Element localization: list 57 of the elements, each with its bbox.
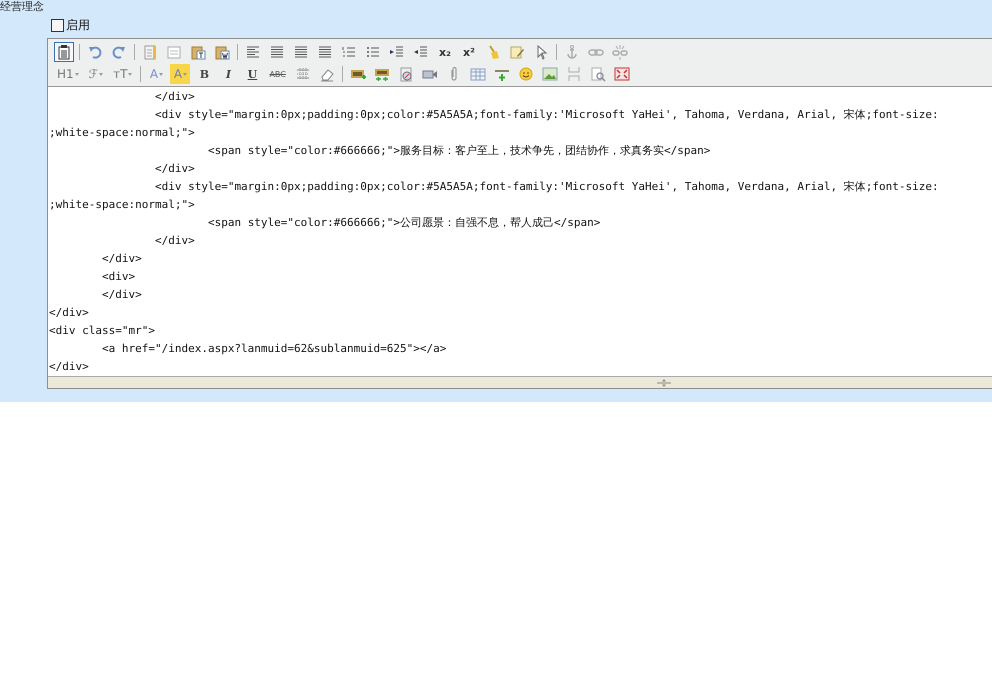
code-line: </div>: [154, 161, 195, 177]
caret-icon: [99, 72, 104, 76]
picture-icon: [542, 66, 558, 82]
images-add-icon: [374, 66, 390, 82]
code-line: <span style="color:#666666;">公司愿景：自强不息，帮人成己</span>: [206, 215, 600, 231]
paste-document-icon: [214, 44, 230, 60]
page-break-icon: [566, 66, 582, 82]
dropdown-button[interactable]: ℱ: [86, 64, 106, 84]
bullet-list-icon: [365, 44, 381, 60]
code-line: ;white-space:normal;">: [48, 197, 195, 213]
code-line: <div style="margin:0px;padding:0px;color:#5A5A5A;font-family:'Microsoft YaHei', Tahoma, Verdana, Arial, 宋体;font-size:: [154, 107, 939, 123]
code-line: <div>: [100, 269, 136, 285]
toolbar-button[interactable]: ABC: [266, 64, 289, 84]
caret-icon: [159, 72, 164, 76]
table-icon: [470, 66, 486, 82]
toolbar-button[interactable]: B: [194, 64, 214, 84]
code-line: <div style="margin:0px;padding:0px;color:#5A5A5A;font-family:'Microsoft YaHei', Tahoma, Verdana, Arial, 宋体;font-size:: [154, 179, 939, 195]
compass-document-icon: [398, 66, 414, 82]
paste-text-icon: [190, 44, 206, 60]
caret-icon: [183, 72, 188, 76]
justify-icon: [317, 44, 333, 60]
code-line: </div>: [48, 305, 89, 321]
clipboard-icon: [56, 44, 72, 60]
toolbar-button[interactable]: x₂: [435, 42, 455, 62]
code-line: </div>: [100, 251, 142, 267]
toolbar-button[interactable]: x²: [459, 42, 479, 62]
align-center-icon: [269, 44, 285, 60]
code-line: </div>: [48, 359, 89, 375]
code-line: <a href="/index.aspx?lanmuid=62&sublanmuid=625"></a>: [100, 341, 446, 357]
align-left-icon: [245, 44, 261, 60]
unlink-icon: [612, 44, 628, 60]
code-line: <span style="color:#666666;">服务目标：客户至上，技术争先，团结协作，求真务实</span>: [206, 143, 710, 159]
code-line: ;white-space:normal;">: [48, 125, 195, 141]
resize-grip-icon[interactable]: [657, 378, 671, 386]
dropdown-button[interactable]: H1: [54, 64, 82, 84]
caret-icon: [74, 72, 79, 76]
magnifier-document-icon: [590, 66, 606, 82]
code-line: <div class="mr">: [48, 323, 155, 339]
table-lines-icon: [294, 66, 311, 82]
smiley-icon: [518, 66, 534, 82]
toolbar-button[interactable]: [54, 42, 74, 62]
toolbar-button[interactable]: I: [218, 64, 238, 84]
code-line: </div>: [100, 287, 142, 303]
document-icon: [142, 44, 158, 60]
dropdown-button[interactable]: тT: [110, 64, 136, 84]
redo-icon: [111, 44, 127, 60]
pencil-note-icon: [509, 44, 525, 60]
caret-icon: [128, 72, 132, 76]
section-title: 经营理念: [0, 0, 44, 13]
code-line: </div>: [154, 89, 195, 105]
fullscreen-icon: [614, 66, 630, 82]
align-right-icon: [293, 44, 309, 60]
checkbox-label: 启用: [66, 16, 90, 34]
undo-icon: [87, 44, 103, 60]
enable-checkbox[interactable]: [51, 18, 64, 32]
code-line: </div>: [154, 233, 195, 249]
toolbar-button[interactable]: U: [242, 64, 262, 84]
